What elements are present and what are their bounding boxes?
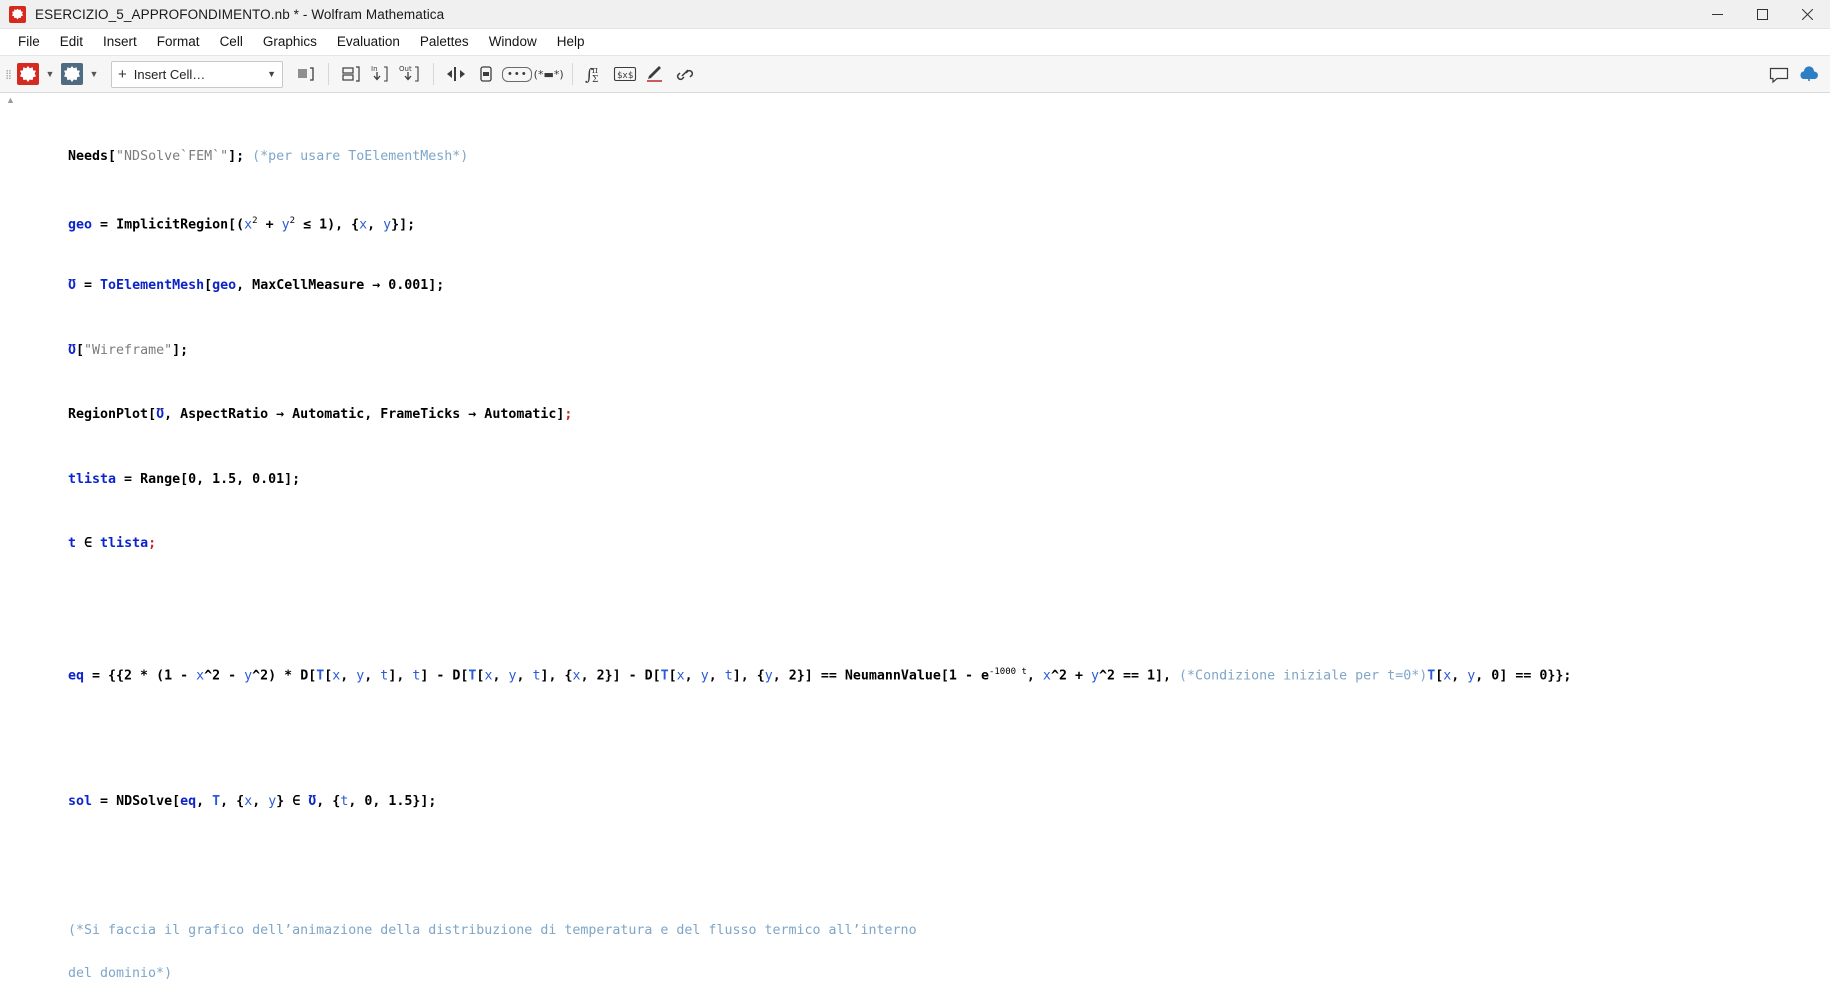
toolbar-grip[interactable]: ⣿ [4, 55, 13, 93]
notebook-settings-button[interactable] [58, 60, 86, 88]
insert-cell-dropdown[interactable]: + Insert Cell… ▼ [111, 60, 283, 88]
toolbar-separator [328, 63, 329, 85]
code-line: del dominio*) [68, 966, 173, 981]
hyperlink-icon [676, 69, 693, 81]
comment-cell-button[interactable]: (*▬*) [534, 60, 564, 88]
more-options-button[interactable]: • • • [502, 60, 532, 88]
drawing-tools-icon [646, 66, 662, 82]
comment-balloon-icon [1769, 67, 1789, 84]
minimize-button[interactable] [1695, 0, 1740, 29]
cloud-upload-icon [1800, 66, 1818, 81]
more-options-icon: • • • [502, 66, 532, 82]
menu-window[interactable]: Window [479, 31, 547, 52]
menu-evaluation[interactable]: Evaluation [327, 31, 410, 52]
title-bar: ESERCIZIO_5_APPROFONDIMENTO.nb * - Wolfr… [0, 0, 1830, 29]
chevron-down-icon: ▼ [267, 69, 276, 79]
input-cell-code[interactable]: Needs["NDSolve`FEM`"]; (*per usare ToEle… [0, 103, 1830, 1002]
settings-dropdown-caret[interactable]: ▼ [87, 60, 101, 88]
menu-graphics[interactable]: Graphics [253, 31, 327, 52]
code-line: Ʊ["Wireframe"]; [68, 342, 189, 358]
menu-bar: File Edit Insert Format Cell Graphics Ev… [0, 29, 1830, 55]
output-cell-icon: Out [399, 65, 419, 82]
math-assistant-icon: ∫ π Σ [585, 65, 598, 85]
code-line: RegionPlot[Ʊ, AspectRatio → Automatic, F… [68, 407, 573, 422]
code-line: t ∈ tlista; [68, 536, 157, 551]
output-cell-button[interactable]: Out [397, 60, 425, 88]
split-cell-icon [342, 66, 360, 82]
window-controls [1695, 0, 1830, 29]
notebook-area[interactable]: ▲ Needs["NDSolve`FEM`"]; (*per usare ToE… [0, 93, 1830, 1002]
cell-bracket-button[interactable] [292, 60, 320, 88]
hyperlink-button[interactable] [671, 60, 699, 88]
comment-balloon-button[interactable] [1765, 61, 1793, 89]
menu-cell[interactable]: Cell [210, 31, 253, 52]
code-line: sol = NDSolve[eq, T, {x, y} ∈ Ʊ, {t, 0, … [68, 794, 437, 809]
text-cell-icon [447, 67, 465, 81]
code-line: (*Si faccia il grafico dell’animazione d… [68, 923, 917, 938]
text-cell-button[interactable] [442, 60, 470, 88]
comment-cell-icon: (*▬*) [533, 67, 564, 81]
svg-text:Out: Out [399, 65, 412, 73]
window-title: ESERCIZIO_5_APPROFONDIMENTO.nb * - Wolfr… [35, 6, 445, 22]
notebook-gear-icon [61, 63, 83, 85]
svg-text:In: In [371, 65, 378, 73]
split-cell-button[interactable] [337, 60, 365, 88]
drawing-tools-button[interactable] [641, 60, 669, 88]
cell-style-button[interactable]: $x$ [611, 60, 639, 88]
math-assistant-button[interactable]: ∫ π Σ [581, 60, 609, 88]
menu-format[interactable]: Format [147, 31, 210, 52]
code-line: tlista = Range[0, 1.5, 0.01]; [68, 471, 301, 487]
menu-insert[interactable]: Insert [93, 31, 147, 52]
insert-cell-label: Insert Cell… [133, 66, 206, 82]
code-cell-icon [480, 66, 492, 82]
mathematica-spikey-icon [9, 5, 26, 23]
code-line: geo = ImplicitRegion[(x2 + y2 ≤ 1), {x, … [68, 215, 416, 232]
svg-text:$x$: $x$ [617, 71, 633, 81]
toolbar: ⣿ ▼ ▼ + Insert Cell… ▼ In Out • • • (*▬*… [0, 55, 1830, 93]
notebook-content: Needs["NDSolve`FEM`"]; (*per usare ToEle… [0, 93, 1830, 1002]
evaluate-notebook-button[interactable] [14, 60, 42, 88]
toolbar-separator [571, 63, 573, 85]
plus-icon: + [118, 65, 127, 83]
code-line: Ʊ = ToElementMesh[geo, MaxCellMeasure → … [68, 278, 445, 293]
cell-style-icon: $x$ [613, 66, 636, 82]
menu-file[interactable]: File [8, 31, 50, 52]
toolbar-separator [433, 63, 434, 85]
close-button[interactable] [1785, 0, 1830, 29]
toolbar-right-group [1764, 56, 1824, 94]
code-line: Needs["NDSolve`FEM`"]; (*per usare ToEle… [68, 149, 469, 164]
cloud-upload-button[interactable] [1795, 61, 1823, 89]
input-cell-button[interactable]: In [367, 60, 395, 88]
svg-text:Σ: Σ [592, 75, 598, 85]
cell-bracket-icon [298, 67, 314, 81]
code-cell-button[interactable] [472, 60, 500, 88]
menu-edit[interactable]: Edit [50, 31, 93, 52]
code-line: eq = {{2 * (1 - x^2 - y^2) * D[T[x, y, t… [68, 667, 1572, 684]
maximize-button[interactable] [1740, 0, 1785, 29]
mathematica-spikey-icon [17, 63, 39, 85]
menu-help[interactable]: Help [547, 31, 595, 52]
evaluate-dropdown-caret[interactable]: ▼ [43, 60, 57, 88]
input-cell-icon: In [371, 65, 388, 82]
menu-palettes[interactable]: Palettes [410, 31, 479, 52]
